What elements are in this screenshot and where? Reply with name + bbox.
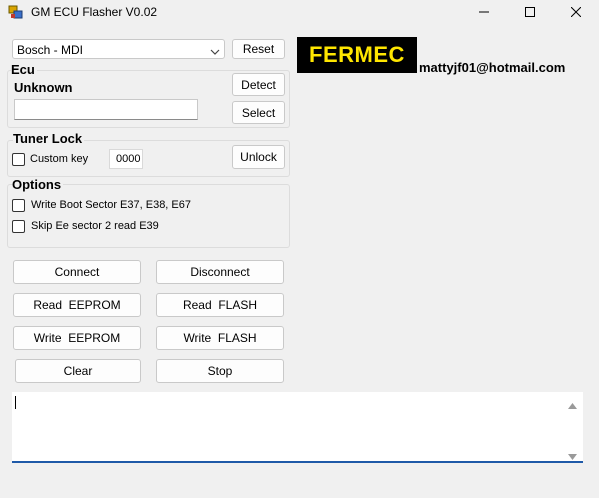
close-icon [571, 7, 581, 17]
clear-button[interactable]: Clear [15, 359, 141, 383]
window-title: GM ECU Flasher V0.02 [31, 5, 158, 19]
minimize-button[interactable] [461, 0, 507, 24]
ecu-group-title: Ecu [11, 62, 37, 77]
contact-email: mattyjf01@hotmail.com [419, 60, 566, 75]
write-flash-button[interactable]: Write FLASH [156, 326, 284, 350]
log-output[interactable] [12, 392, 583, 463]
interface-select[interactable]: Bosch - MDI [12, 39, 225, 59]
maximize-icon [525, 7, 535, 17]
close-button[interactable] [553, 0, 599, 24]
select-button[interactable]: Select [232, 101, 285, 124]
stop-button[interactable]: Stop [156, 359, 284, 383]
tuner-lock-group-title: Tuner Lock [13, 131, 85, 146]
detect-button[interactable]: Detect [232, 73, 285, 96]
connect-button[interactable]: Connect [13, 260, 141, 284]
ecu-field[interactable] [14, 99, 198, 120]
scroll-up-icon[interactable] [568, 398, 577, 412]
custom-key-checkbox[interactable] [12, 153, 25, 166]
reset-button[interactable]: Reset [232, 39, 285, 59]
write-boot-sector-label: Write Boot Sector E37, E38, E67 [31, 199, 191, 211]
unlock-button[interactable]: Unlock [232, 145, 285, 169]
scroll-down-icon[interactable] [568, 449, 577, 463]
skip-ee-sector-label: Skip Ee sector 2 read E39 [31, 220, 159, 232]
skip-ee-sector-checkbox[interactable] [12, 220, 25, 233]
key-field[interactable]: 0000 [109, 149, 143, 169]
interface-select-value: Bosch - MDI [17, 43, 84, 57]
maximize-button[interactable] [507, 0, 553, 24]
read-eeprom-button[interactable]: Read EEPROM [13, 293, 141, 317]
options-group [7, 184, 290, 248]
chevron-down-icon [210, 45, 220, 59]
write-boot-sector-checkbox[interactable] [12, 199, 25, 212]
fermec-logo: FERMEC [297, 37, 417, 73]
minimize-icon [479, 7, 489, 17]
read-flash-button[interactable]: Read FLASH [156, 293, 284, 317]
write-eeprom-button[interactable]: Write EEPROM [13, 326, 141, 350]
title-bar: GM ECU Flasher V0.02 [0, 0, 599, 24]
key-field-value: 0000 [116, 153, 141, 165]
app-icon [8, 4, 24, 20]
disconnect-button[interactable]: Disconnect [156, 260, 284, 284]
options-group-title: Options [12, 177, 64, 192]
ecu-status: Unknown [14, 80, 73, 95]
custom-key-label: Custom key [30, 153, 89, 165]
text-caret [15, 396, 16, 409]
